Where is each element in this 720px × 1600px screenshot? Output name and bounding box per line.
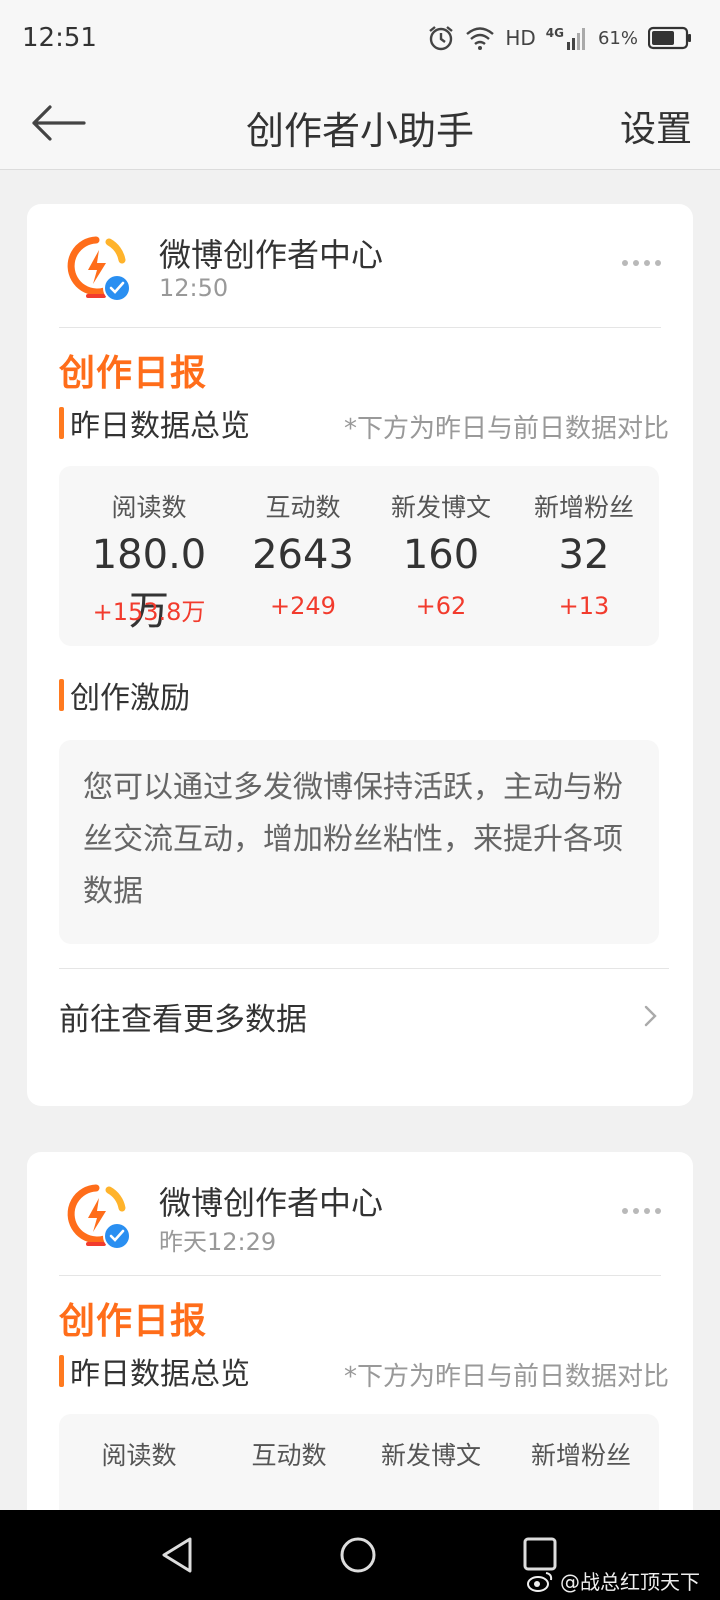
stat-label: 新增粉丝 xyxy=(533,493,634,522)
divider xyxy=(59,327,661,328)
stat-label: 新增粉丝 xyxy=(530,1441,631,1470)
stat-value: 160 xyxy=(402,532,480,578)
view-more-data-link[interactable]: 前往查看更多数据 xyxy=(59,990,659,1042)
chevron-right-icon xyxy=(644,1005,657,1027)
overview-note: *下方为昨日与前日数据对比 xyxy=(343,414,669,444)
checkmark-icon xyxy=(109,1229,125,1242)
stat-label: 互动数 xyxy=(265,493,341,522)
incentive-title: 创作激励 xyxy=(70,681,190,716)
status-bar: 12:51 HD 4G 61% xyxy=(0,0,720,76)
signal-icon: 4G xyxy=(546,26,588,50)
more-options-icon[interactable] xyxy=(622,1208,661,1214)
wifi-icon xyxy=(466,27,495,50)
checkmark-icon xyxy=(109,281,125,294)
avatar[interactable] xyxy=(59,1176,137,1254)
stat-value: 2643 xyxy=(252,532,354,578)
navigation-bar: 创作者小助手 设置 xyxy=(0,76,720,170)
back-button[interactable] xyxy=(30,98,90,148)
stat-label: 新发博文 xyxy=(380,1441,481,1470)
stat-label: 互动数 xyxy=(251,1441,327,1470)
incentive-text: 您可以通过多发微博保持活跃，主动与粉丝交流互动，增加粉丝粘性，来提升各项数据 xyxy=(83,770,623,909)
stat-value: 32 xyxy=(558,532,610,578)
message-time: 12:50 xyxy=(159,274,229,302)
back-arrow-icon xyxy=(32,105,86,141)
overview-section-header: 昨日数据总览 xyxy=(59,1352,250,1392)
verified-badge xyxy=(103,1222,131,1250)
divider xyxy=(59,1275,661,1276)
stat-delta: +153.8万 xyxy=(92,598,206,626)
report-title: 创作日报 xyxy=(59,1301,208,1342)
card-header: 微博创作者中心 12:50 xyxy=(27,204,693,328)
report-title: 创作日报 xyxy=(59,353,208,394)
nav-home-icon[interactable] xyxy=(339,1536,377,1574)
battery-icon xyxy=(648,26,691,50)
nav-back-icon[interactable] xyxy=(160,1536,194,1574)
overview-section-header: 昨日数据总览 xyxy=(59,404,250,444)
stat-delta: +62 xyxy=(415,592,467,620)
divider xyxy=(59,968,669,969)
sender-name[interactable]: 微博创作者中心 xyxy=(159,1178,383,1224)
overview-title: 昨日数据总览 xyxy=(70,1357,250,1392)
section-marker xyxy=(59,679,64,711)
message-card: 微博创作者中心 12:50 创作日报 昨日数据总览 *下方为昨日与前日数据对比 … xyxy=(27,204,693,1106)
stats-panel: 阅读数 180.0万 +153.8万 互动数 2643 +249 新发博文 16… xyxy=(59,466,659,646)
overview-note: *下方为昨日与前日数据对比 xyxy=(343,1362,669,1392)
weibo-logo-icon xyxy=(527,1571,553,1592)
avatar[interactable] xyxy=(59,228,137,306)
stat-label: 阅读数 xyxy=(111,493,187,522)
section-marker xyxy=(59,1355,64,1387)
stat-delta: +13 xyxy=(558,592,610,620)
alarm-icon xyxy=(429,26,454,51)
message-time: 昨天12:29 xyxy=(159,1228,277,1256)
section-marker xyxy=(59,407,64,439)
card-header: 微博创作者中心 昨天12:29 xyxy=(27,1152,693,1276)
view-more-data-label: 前往查看更多数据 xyxy=(59,1001,307,1038)
stat-label: 阅读数 xyxy=(101,1441,177,1470)
watermark-text: @战总红顶天下 xyxy=(560,1570,700,1594)
stat-delta: +249 xyxy=(270,592,336,620)
page-title: 创作者小助手 xyxy=(245,109,474,153)
stat-label: 新发博文 xyxy=(390,493,491,522)
overview-title: 昨日数据总览 xyxy=(70,409,250,444)
hd-indicator: HD xyxy=(505,26,536,50)
status-icons: HD 4G 61% xyxy=(427,24,692,52)
sender-name[interactable]: 微博创作者中心 xyxy=(159,230,383,276)
incentive-section-header: 创作激励 xyxy=(59,676,190,716)
settings-button[interactable]: 设置 xyxy=(620,100,692,152)
battery-percentage: 61% xyxy=(597,27,638,49)
more-options-icon[interactable] xyxy=(622,260,661,266)
watermark: @战总红顶天下 xyxy=(526,1566,700,1595)
verified-badge xyxy=(103,274,131,302)
status-time: 12:51 xyxy=(22,23,97,53)
incentive-panel: 您可以通过多发微博保持活跃，主动与粉丝交流互动，增加粉丝粘性，来提升各项数据 xyxy=(59,740,659,944)
